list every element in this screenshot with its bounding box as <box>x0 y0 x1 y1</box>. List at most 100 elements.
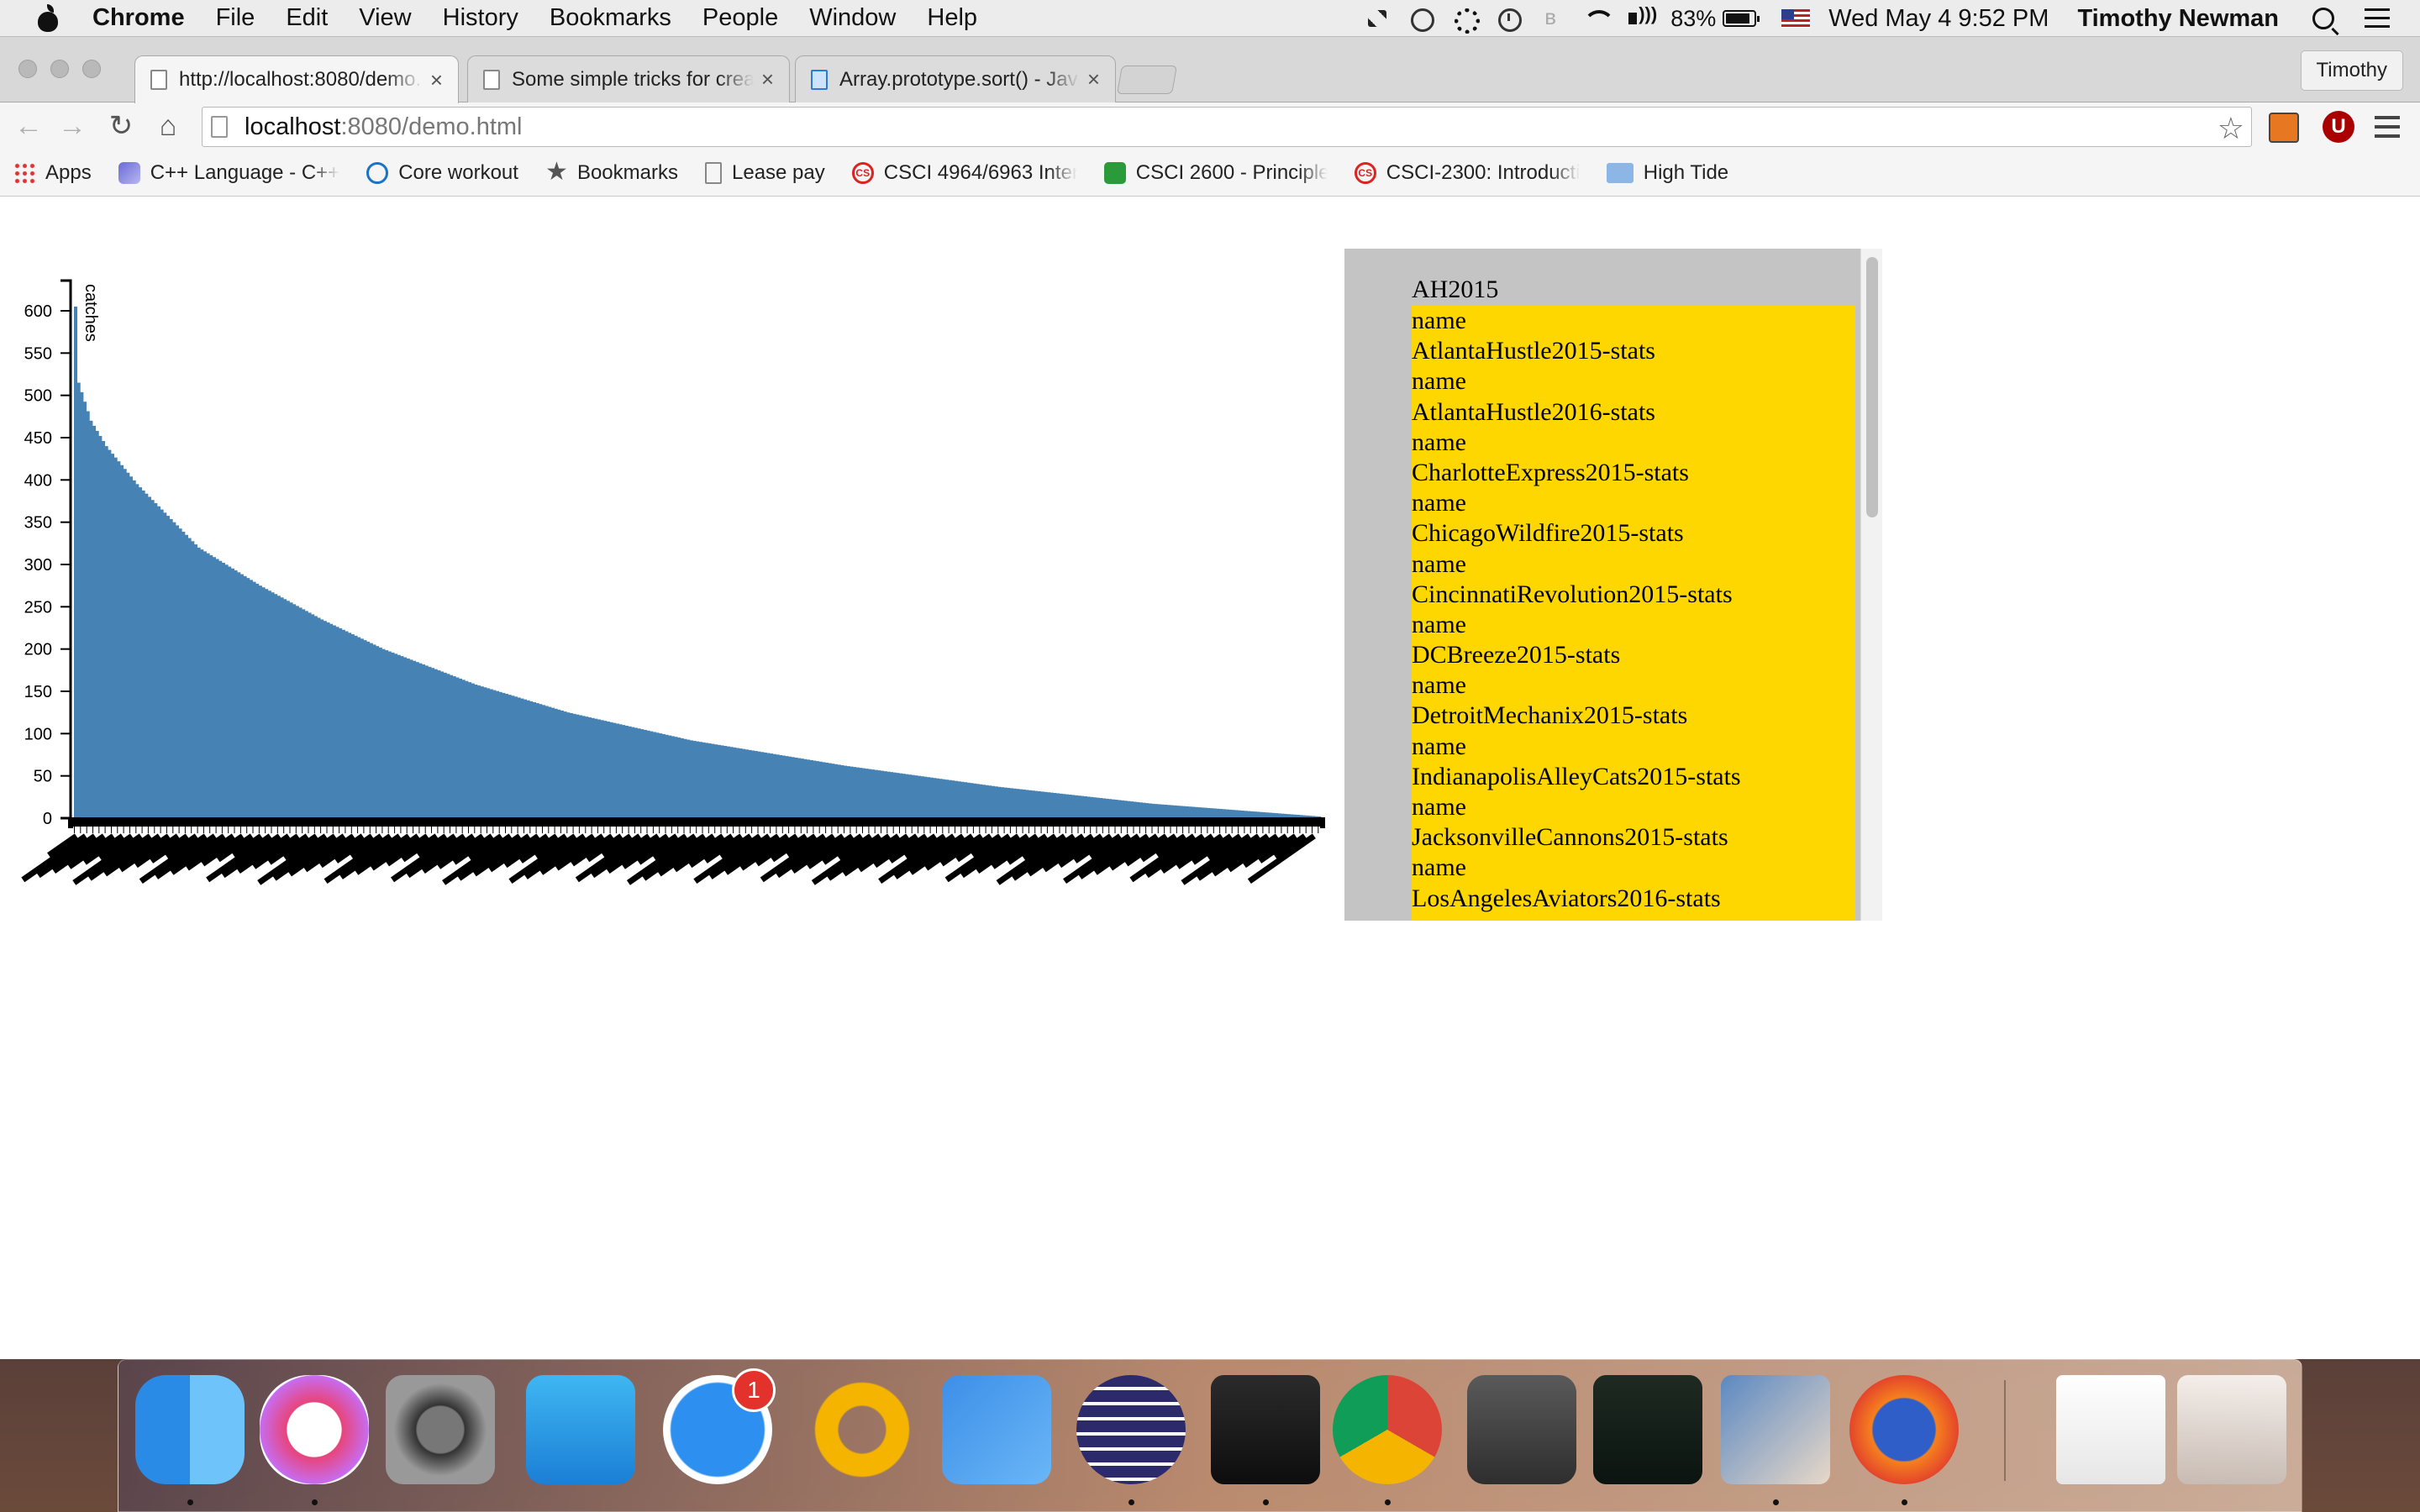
bookmark-csci-2600[interactable]: CSCI 2600 - Principles <box>1103 161 1328 185</box>
bar <box>935 778 940 818</box>
profile-button[interactable]: Timothy <box>2300 50 2403 91</box>
trash-icon[interactable] <box>2177 1375 2286 1484</box>
bar <box>341 629 345 818</box>
zoom-window-icon[interactable] <box>82 60 101 78</box>
bookmark-core-workout[interactable]: Core workout <box>366 161 518 185</box>
gear-icon[interactable] <box>1452 7 1481 34</box>
x-tick <box>1256 827 1258 833</box>
menu-window[interactable]: Window <box>809 4 896 32</box>
bar <box>600 720 604 818</box>
bookmark-bookmarks[interactable]: Bookmarks <box>545 157 678 186</box>
close-tab-icon[interactable]: × <box>1080 66 1100 92</box>
bookmark-high-tide[interactable]: High Tide <box>1606 161 1728 185</box>
notification-icon[interactable] <box>2365 8 2390 29</box>
extension-icon[interactable] <box>2269 113 2299 143</box>
bar <box>529 701 534 818</box>
minimize-window-icon[interactable] <box>50 60 69 78</box>
volume-icon[interactable] <box>1627 3 1657 30</box>
menu-bookmarks[interactable]: Bookmarks <box>550 4 671 32</box>
x-tick <box>696 827 697 833</box>
forward-arrow-icon[interactable]: → <box>55 109 89 143</box>
x-tick <box>1090 827 1092 833</box>
address-bar[interactable]: localhost :8080/demo.html ☆ <box>202 107 2252 147</box>
list-scrollbar[interactable] <box>1860 249 1882 921</box>
apple-icon[interactable] <box>35 3 60 33</box>
battery-percent[interactable]: 83% <box>1670 6 1716 32</box>
eclipse-icon[interactable] <box>1076 1375 1186 1484</box>
bar <box>468 682 472 818</box>
sublime-text-icon[interactable] <box>1467 1375 1576 1484</box>
x-tick <box>1157 827 1159 833</box>
close-tab-icon[interactable]: × <box>423 67 443 93</box>
bar <box>160 509 164 818</box>
system-preferences-icon[interactable] <box>386 1375 495 1484</box>
bar <box>138 487 143 818</box>
firefox-icon[interactable] <box>1849 1375 1959 1484</box>
x-tick <box>1286 827 1288 833</box>
menu-edit[interactable]: Edit <box>286 4 328 32</box>
bluetooth-icon[interactable] <box>1539 4 1565 30</box>
menu-view[interactable]: View <box>359 4 411 32</box>
home-icon[interactable]: ⌂ <box>151 109 185 143</box>
bar <box>413 660 417 818</box>
flag-icon[interactable] <box>1781 9 1811 28</box>
scrollbar-thumb[interactable] <box>1866 257 1878 517</box>
x-tick <box>972 827 974 833</box>
bar <box>348 633 352 818</box>
tab-tricks[interactable]: Some simple tricks for creating × <box>467 55 790 102</box>
browser-window: http://localhost:8080/demo.html × Some s… <box>0 37 2420 1359</box>
menu-app-name[interactable]: Chrome <box>92 4 185 32</box>
ublock-icon[interactable]: U <box>2323 111 2354 143</box>
menu-clock[interactable]: Wed May 4 9:52 PM <box>1828 5 2049 33</box>
bar <box>1065 794 1069 818</box>
bookmark-csci-4964[interactable]: CS CSCI 4964/6963 Intermediate <box>851 161 1077 185</box>
bookmark-apps[interactable]: Apps <box>13 161 92 185</box>
bookmark-csci-2300[interactable]: CS CSCI-2300: Introduction <box>1354 161 1580 185</box>
bar <box>323 621 327 818</box>
close-tab-icon[interactable]: × <box>754 66 774 92</box>
chrome-menu-icon[interactable] <box>2375 116 2400 138</box>
finder-icon[interactable] <box>135 1375 245 1484</box>
activity-monitor-icon[interactable] <box>1593 1375 1702 1484</box>
chrome-icon[interactable] <box>1333 1375 1442 1484</box>
document-icon[interactable] <box>2056 1375 2165 1484</box>
bookmark-cpp[interactable]: C++ Language - C++ <box>118 161 339 185</box>
xcode-icon[interactable] <box>942 1375 1051 1484</box>
new-tab-button[interactable] <box>1117 66 1177 94</box>
bar <box>1046 792 1050 818</box>
reload-icon[interactable]: ↻ <box>104 109 138 143</box>
wifi-icon[interactable] <box>1583 7 1616 30</box>
team-list-panel: AH2015 name AtlantaHustle2015-stats name At… <box>1344 249 1882 921</box>
bar <box>818 761 823 818</box>
x-tick <box>289 827 291 833</box>
outlook-icon[interactable] <box>808 1375 917 1484</box>
preview-icon[interactable] <box>1721 1375 1830 1484</box>
bookmark-lease-pay[interactable]: Lease pay <box>705 161 825 185</box>
back-arrow-icon[interactable]: ← <box>12 109 45 143</box>
bar <box>994 786 998 818</box>
bar <box>313 616 318 818</box>
bar <box>544 706 549 818</box>
menu-user[interactable]: Timothy Newman <box>2077 5 2279 33</box>
itunes-icon[interactable] <box>260 1375 369 1484</box>
menu-history[interactable]: History <box>443 4 518 32</box>
battery-icon[interactable] <box>1723 10 1760 27</box>
circle-icon[interactable] <box>1408 7 1435 32</box>
spotlight-icon[interactable] <box>2312 8 2334 29</box>
x-tick <box>1238 827 1239 833</box>
tab-array-sort[interactable]: Array.prototype.sort() - JavaScript × <box>795 55 1116 102</box>
dropbox-icon[interactable] <box>1365 7 1390 30</box>
menu-people[interactable]: People <box>702 4 778 32</box>
tab-demo[interactable]: http://localhost:8080/demo.html × <box>134 55 459 103</box>
bar <box>187 538 192 818</box>
menu-help[interactable]: Help <box>927 4 977 32</box>
bar <box>751 750 755 818</box>
x-tick <box>1102 827 1103 833</box>
bookmark-star-icon[interactable]: ☆ <box>2217 111 2244 146</box>
terminal-icon[interactable] <box>1211 1375 1320 1484</box>
time-machine-icon[interactable] <box>1496 7 1523 32</box>
x-tick <box>807 827 808 833</box>
word-icon[interactable] <box>526 1375 635 1484</box>
menu-file[interactable]: File <box>216 4 255 32</box>
close-window-icon[interactable] <box>18 60 37 78</box>
